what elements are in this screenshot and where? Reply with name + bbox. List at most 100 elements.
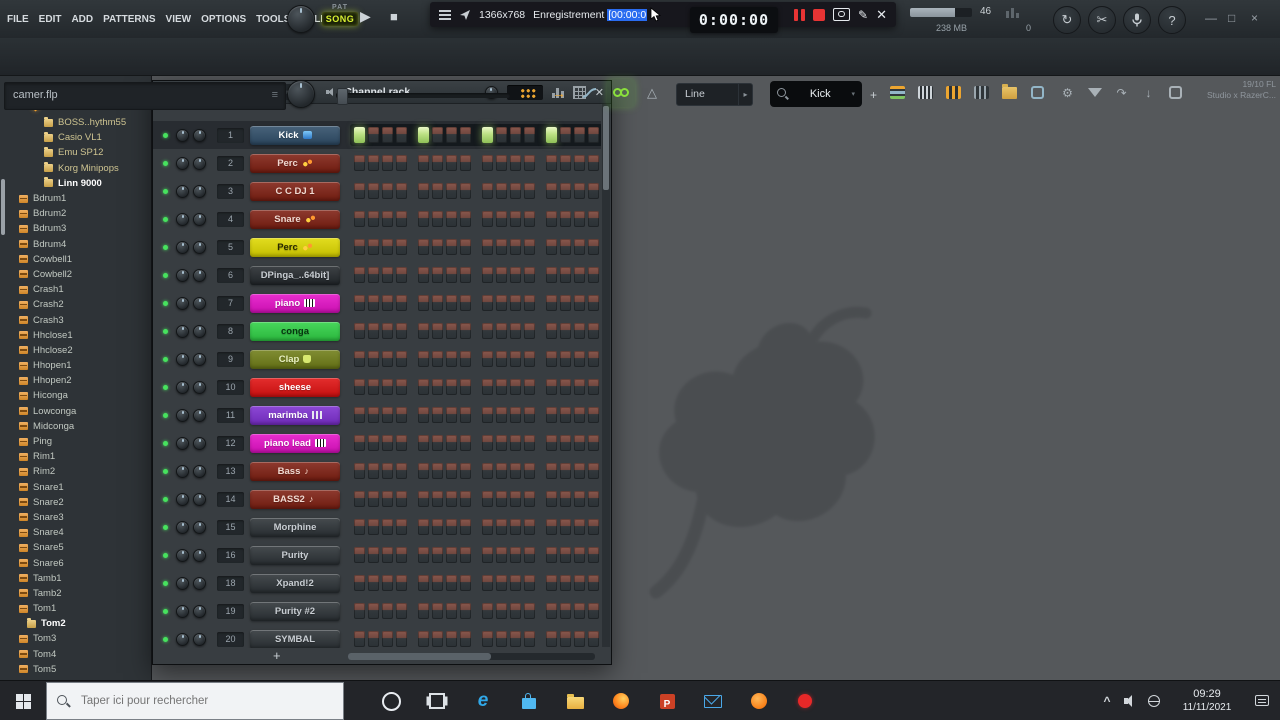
step-cell[interactable] [354, 351, 365, 367]
master-volume-knob[interactable] [287, 80, 315, 108]
step-cell[interactable] [446, 435, 457, 451]
step-cell[interactable] [482, 631, 493, 647]
step-cell[interactable] [496, 491, 507, 507]
step-cell[interactable] [446, 379, 457, 395]
step-cell[interactable] [510, 183, 521, 199]
step-cell[interactable] [368, 463, 379, 479]
step-cell[interactable] [524, 155, 535, 171]
browser-item-tamb1[interactable]: Tamb1 [0, 571, 151, 586]
step-cell[interactable] [496, 435, 507, 451]
step-cell[interactable] [382, 463, 393, 479]
step-cell[interactable] [482, 183, 493, 199]
channel-button-xpand-2[interactable]: Xpand!2 [250, 573, 340, 593]
step-cell[interactable] [510, 435, 521, 451]
step-cell[interactable] [446, 631, 457, 647]
step-cell[interactable] [524, 379, 535, 395]
step-cell[interactable] [588, 155, 599, 171]
pan-knob[interactable] [176, 464, 189, 478]
step-cell[interactable] [382, 155, 393, 171]
step-cell[interactable] [510, 127, 521, 143]
step-cell[interactable] [368, 127, 379, 143]
start-button[interactable] [0, 681, 46, 720]
volume-knob[interactable] [193, 436, 206, 450]
step-cell[interactable] [546, 127, 557, 143]
step-cell[interactable] [588, 631, 599, 647]
typing-keyboard-button[interactable] [514, 79, 542, 107]
step-cell[interactable] [482, 211, 493, 227]
channel-enable-led[interactable] [163, 244, 168, 250]
step-cell[interactable] [482, 379, 493, 395]
mic-button[interactable] [1123, 6, 1151, 34]
step-cell[interactable] [396, 239, 407, 255]
browser-item-bdrum4[interactable]: Bdrum4 [0, 237, 151, 252]
step-cell[interactable] [546, 463, 557, 479]
step-cell[interactable] [546, 631, 557, 647]
step-cell[interactable] [460, 323, 471, 339]
browser-item-hhopen2[interactable]: Hhopen2 [0, 373, 151, 388]
browser-item-tom3[interactable]: Tom3 [0, 631, 151, 646]
pan-knob[interactable] [176, 604, 189, 618]
step-cell[interactable] [460, 407, 471, 423]
step-cell[interactable] [418, 603, 429, 619]
screenshot-button[interactable] [833, 8, 851, 21]
step-cell[interactable] [382, 295, 393, 311]
step-cell[interactable] [588, 575, 599, 591]
step-cell[interactable] [588, 435, 599, 451]
help-button[interactable]: ? [1158, 6, 1186, 34]
step-cell[interactable] [396, 463, 407, 479]
step-cell[interactable] [510, 211, 521, 227]
pan-knob[interactable] [176, 296, 189, 310]
step-cell[interactable] [396, 547, 407, 563]
step-cell[interactable] [560, 631, 571, 647]
filter-button[interactable] [1081, 79, 1108, 106]
step-cell[interactable] [546, 519, 557, 535]
step-cell[interactable] [588, 295, 599, 311]
step-cell[interactable] [354, 463, 365, 479]
step-cell[interactable] [368, 603, 379, 619]
add-channel-button[interactable]: + [866, 83, 881, 106]
volume-knob[interactable] [193, 408, 206, 422]
volume-knob[interactable] [193, 268, 206, 282]
step-cell[interactable] [574, 519, 585, 535]
step-cell[interactable] [524, 575, 535, 591]
step-cell[interactable] [396, 351, 407, 367]
step-cell[interactable] [496, 519, 507, 535]
step-cell[interactable] [418, 463, 429, 479]
browser-item-rim2[interactable]: Rim2 [0, 464, 151, 479]
step-cell[interactable] [560, 295, 571, 311]
step-cell[interactable] [354, 323, 365, 339]
step-cell[interactable] [460, 295, 471, 311]
step-cell[interactable] [510, 491, 521, 507]
channel-button-bass[interactable]: Bass ♪ [250, 461, 340, 481]
step-cell[interactable] [524, 127, 535, 143]
step-cell[interactable] [446, 295, 457, 311]
step-cell[interactable] [574, 575, 585, 591]
browser-item-emu-sp12[interactable]: Emu SP12 [0, 145, 151, 160]
browser-item-cowbell2[interactable]: Cowbell2 [0, 267, 151, 282]
step-cell[interactable] [396, 155, 407, 171]
browser-item-hhclose1[interactable]: Hhclose1 [0, 328, 151, 343]
menu-view[interactable]: VIEW [161, 11, 197, 28]
channel-enable-led[interactable] [163, 160, 168, 166]
volume-knob[interactable] [193, 352, 206, 366]
step-cell[interactable] [368, 239, 379, 255]
channel-enable-led[interactable] [163, 300, 168, 306]
step-cell[interactable] [524, 295, 535, 311]
step-cell[interactable] [396, 379, 407, 395]
step-cell[interactable] [546, 267, 557, 283]
step-cell[interactable] [524, 239, 535, 255]
step-cell[interactable] [574, 295, 585, 311]
step-cell[interactable] [460, 183, 471, 199]
minimize-button[interactable]: — [1205, 11, 1217, 25]
channel-button-bass2[interactable]: BASS2 ♪ [250, 489, 340, 509]
browser-item-cowbell1[interactable]: Cowbell1 [0, 252, 151, 267]
channel-rack-button[interactable] [940, 79, 967, 106]
action-center-icon[interactable] [1248, 681, 1278, 720]
step-cell[interactable] [418, 239, 429, 255]
song-mode-button[interactable]: SONG [322, 12, 358, 26]
step-cell[interactable] [368, 575, 379, 591]
step-cell[interactable] [560, 351, 571, 367]
pan-knob[interactable] [176, 492, 189, 506]
step-cell[interactable] [574, 379, 585, 395]
step-cell[interactable] [446, 463, 457, 479]
